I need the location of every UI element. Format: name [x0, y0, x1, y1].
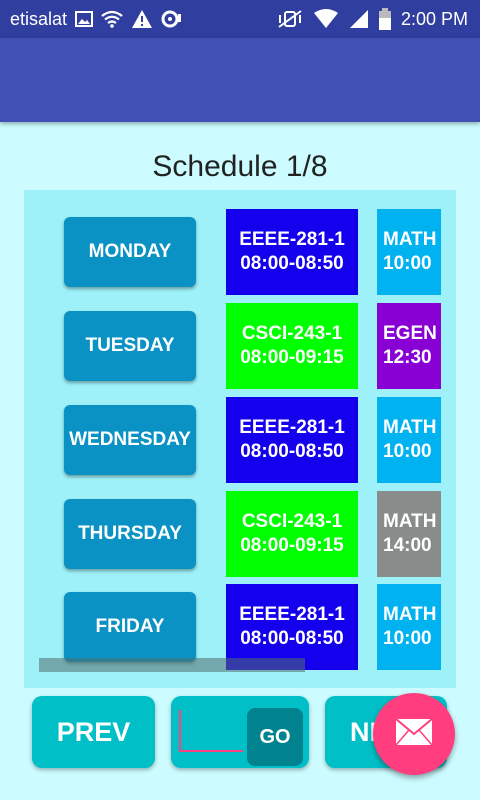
course-time: 08:00-09:15 [240, 535, 344, 556]
page-number-input[interactable] [179, 710, 243, 752]
course-code: EGEN [383, 323, 437, 344]
schedule-grid[interactable]: MONDAY EEEE-281-1 08:00-08:50 MATH 10:00… [24, 190, 456, 688]
go-button[interactable]: GO [247, 708, 303, 766]
sync-alert-icon [161, 10, 185, 28]
prev-button[interactable]: PREV [32, 696, 155, 768]
app-bar [0, 38, 480, 122]
course-code: EEEE-281-1 [239, 229, 345, 250]
schedule-cell[interactable]: EGEN 12:30 [377, 303, 441, 389]
schedule-cell[interactable]: EEEE-281-1 08:00-08:50 [226, 397, 358, 483]
gallery-icon [75, 11, 94, 27]
schedule-cell[interactable]: MATH 10:00 [377, 209, 441, 295]
course-time: 08:00-08:50 [240, 253, 344, 274]
course-code: MATH [383, 417, 437, 438]
course-code: MATH [383, 604, 437, 625]
schedule-cell[interactable]: CSCI-243-1 08:00-09:15 [226, 491, 358, 577]
day-button-tuesday[interactable]: TUESDAY [64, 311, 196, 381]
schedule-cell[interactable]: EEEE-281-1 08:00-08:50 [226, 209, 358, 295]
wifi-signal-icon [313, 9, 339, 29]
course-code: CSCI-243-1 [241, 323, 343, 344]
day-button-monday[interactable]: MONDAY [64, 217, 196, 287]
clock: 2:00 PM [400, 8, 468, 29]
mute-vibrate-icon [277, 10, 303, 28]
status-bar: etisalat 2:00 PM [0, 0, 480, 38]
course-time: 08:00-08:50 [240, 628, 344, 649]
course-code: MATH [383, 511, 437, 532]
schedule-cell[interactable]: MATH 10:00 [377, 397, 441, 483]
course-time: 10:00 [383, 628, 432, 649]
course-code: EEEE-281-1 [239, 417, 345, 438]
course-time: 08:00-09:15 [240, 347, 344, 368]
course-code: EEEE-281-1 [239, 604, 345, 625]
cell-signal-icon [349, 9, 369, 29]
wifi-lock-icon [101, 10, 123, 28]
course-time: 12:30 [383, 347, 432, 368]
page-title: Schedule 1/8 [152, 150, 328, 183]
course-time: 14:00 [383, 535, 432, 556]
horizontal-scrollbar[interactable] [39, 658, 305, 672]
schedule-cell[interactable]: MATH 10:00 [377, 584, 441, 670]
schedule-cell[interactable]: CSCI-243-1 08:00-09:15 [226, 303, 358, 389]
course-time: 10:00 [383, 441, 432, 462]
day-button-thursday[interactable]: THURSDAY [64, 499, 196, 569]
battery-icon [378, 8, 391, 30]
carrier-label: etisalat [10, 8, 68, 29]
course-code: CSCI-243-1 [241, 511, 343, 532]
course-code: MATH [383, 229, 437, 250]
schedule-cell[interactable]: MATH 14:00 [377, 491, 441, 577]
day-button-wednesday[interactable]: WEDNESDAY [64, 405, 196, 475]
mail-fab-button[interactable] [373, 693, 455, 775]
mail-icon [395, 717, 433, 751]
warning-icon [131, 9, 153, 29]
day-button-friday[interactable]: FRIDAY [64, 592, 196, 662]
course-time: 10:00 [383, 253, 432, 274]
page-jump-panel: GO [171, 696, 309, 768]
course-time: 08:00-08:50 [240, 441, 344, 462]
